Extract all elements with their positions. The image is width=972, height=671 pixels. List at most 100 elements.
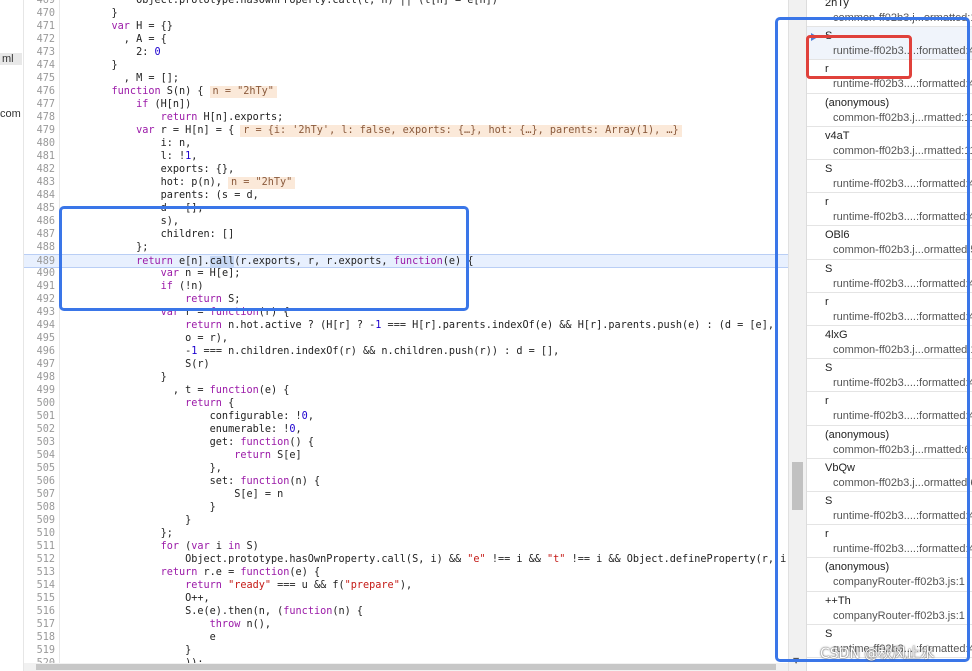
code-line[interactable]: 476 function S(n) {n = "2hTy" <box>24 85 788 98</box>
code-line[interactable]: 503 get: function() { <box>24 436 788 449</box>
line-number[interactable]: 479 <box>24 124 55 137</box>
code-line[interactable]: 480 i: n, <box>24 137 788 150</box>
line-number[interactable]: 493 <box>24 306 55 319</box>
line-number[interactable]: 509 <box>24 514 55 527</box>
code-line[interactable]: 472 , A = { <box>24 33 788 46</box>
code-line[interactable]: 508 } <box>24 501 788 514</box>
code-line[interactable]: 505 }, <box>24 462 788 475</box>
line-number[interactable]: 518 <box>24 631 55 644</box>
code-line[interactable]: 475 , M = []; <box>24 72 788 85</box>
sidebar-fragment[interactable]: ml <box>0 53 22 65</box>
line-number[interactable]: 480 <box>24 137 55 150</box>
code-line[interactable]: 515 O++, <box>24 592 788 605</box>
line-number[interactable]: 504 <box>24 449 55 462</box>
code-line[interactable]: 482 exports: {}, <box>24 163 788 176</box>
line-number[interactable]: 501 <box>24 410 55 423</box>
line-number[interactable]: 490 <box>24 267 55 280</box>
line-number[interactable]: 514 <box>24 579 55 592</box>
horizontal-scrollbar-thumb[interactable] <box>36 664 776 670</box>
code-line[interactable]: 471 var H = {} <box>24 20 788 33</box>
line-number[interactable]: 482 <box>24 163 55 176</box>
line-number[interactable]: 499 <box>24 384 55 397</box>
code-line[interactable]: 517 throw n(), <box>24 618 788 631</box>
line-number[interactable]: 519 <box>24 644 55 657</box>
line-number[interactable]: 496 <box>24 345 55 358</box>
code-line[interactable]: 504 return S[e] <box>24 449 788 462</box>
code-text: } <box>87 7 118 20</box>
line-number[interactable]: 502 <box>24 423 55 436</box>
code-line[interactable]: 519 } <box>24 644 788 657</box>
line-number[interactable]: 477 <box>24 98 55 111</box>
line-number[interactable]: 516 <box>24 605 55 618</box>
code-line[interactable]: 514 return "ready" === u && f("prepare")… <box>24 579 788 592</box>
line-number[interactable]: 473 <box>24 46 55 59</box>
code-line[interactable]: 510 }; <box>24 527 788 540</box>
code-line[interactable]: 497 S(r) <box>24 358 788 371</box>
code-line[interactable]: 479 var r = H[n] = {r = {i: '2hTy', l: f… <box>24 124 788 137</box>
line-number[interactable]: 487 <box>24 228 55 241</box>
line-number[interactable]: 478 <box>24 111 55 124</box>
code-line[interactable]: 500 return { <box>24 397 788 410</box>
code-line[interactable]: 516 S.e(e).then(n, (function(n) { <box>24 605 788 618</box>
code-line[interactable]: 501 configurable: !0, <box>24 410 788 423</box>
code-line[interactable]: 474 } <box>24 59 788 72</box>
code-line[interactable]: 512 Object.prototype.hasOwnProperty.call… <box>24 553 788 566</box>
line-number[interactable]: 497 <box>24 358 55 371</box>
code-line[interactable]: 502 enumerable: !0, <box>24 423 788 436</box>
code-line[interactable]: 494 return n.hot.active ? (H[r] ? -1 ===… <box>24 319 788 332</box>
line-number[interactable]: 481 <box>24 150 55 163</box>
code-line[interactable]: 477 if (H[n]) <box>24 98 788 111</box>
code-line[interactable]: 499 , t = function(e) { <box>24 384 788 397</box>
code-line[interactable]: 469 Object.prototype.hasOwnProperty.call… <box>24 0 788 7</box>
code-line[interactable]: 484 parents: (s = d, <box>24 189 788 202</box>
call-stack-annotation-box <box>775 17 970 662</box>
line-number[interactable]: 513 <box>24 566 55 579</box>
line-number[interactable]: 517 <box>24 618 55 631</box>
horizontal-scrollbar[interactable] <box>24 663 788 671</box>
line-number[interactable]: 503 <box>24 436 55 449</box>
line-number[interactable]: 510 <box>24 527 55 540</box>
line-number[interactable]: 508 <box>24 501 55 514</box>
code-line[interactable]: 507 S[e] = n <box>24 488 788 501</box>
sidebar-fragment[interactable]: com <box>0 108 21 120</box>
line-number[interactable]: 488 <box>24 241 55 254</box>
line-number[interactable]: 505 <box>24 462 55 475</box>
line-number[interactable]: 515 <box>24 592 55 605</box>
code-line[interactable]: 509 } <box>24 514 788 527</box>
code-line[interactable]: 478 return H[n].exports; <box>24 111 788 124</box>
line-number[interactable]: 471 <box>24 20 55 33</box>
line-number[interactable]: 512 <box>24 553 55 566</box>
line-number[interactable]: 475 <box>24 72 55 85</box>
code-line[interactable]: 481 l: !1, <box>24 150 788 163</box>
line-number[interactable]: 483 <box>24 176 55 189</box>
code-line[interactable]: 506 set: function(n) { <box>24 475 788 488</box>
source-code-editor[interactable]: 469 Object.prototype.hasOwnProperty.call… <box>24 0 788 663</box>
code-line[interactable]: 518 e <box>24 631 788 644</box>
line-number[interactable]: 486 <box>24 215 55 228</box>
line-number[interactable]: 476 <box>24 85 55 98</box>
code-line[interactable]: 473 2: 0 <box>24 46 788 59</box>
code-line[interactable]: 483 hot: p(n), n = "2hTy" <box>24 176 788 189</box>
line-number[interactable]: 485 <box>24 202 55 215</box>
line-number[interactable]: 492 <box>24 293 55 306</box>
line-number[interactable]: 474 <box>24 59 55 72</box>
code-token: !== i && Object.defineProperty(r, i, t(i… <box>571 554 788 565</box>
line-number[interactable]: 472 <box>24 33 55 46</box>
line-number[interactable]: 498 <box>24 371 55 384</box>
line-number[interactable]: 470 <box>24 7 55 20</box>
line-number[interactable]: 500 <box>24 397 55 410</box>
line-number[interactable]: 469 <box>24 0 55 7</box>
line-number[interactable]: 506 <box>24 475 55 488</box>
line-number[interactable]: 495 <box>24 332 55 345</box>
code-line[interactable]: 495 o = r), <box>24 332 788 345</box>
code-line[interactable]: 513 return r.e = function(e) { <box>24 566 788 579</box>
code-line[interactable]: 470 } <box>24 7 788 20</box>
code-line[interactable]: 496 -1 === n.children.indexOf(r) && n.ch… <box>24 345 788 358</box>
line-number[interactable]: 491 <box>24 280 55 293</box>
line-number[interactable]: 511 <box>24 540 55 553</box>
line-number[interactable]: 484 <box>24 189 55 202</box>
line-number[interactable]: 494 <box>24 319 55 332</box>
code-line[interactable]: 498 } <box>24 371 788 384</box>
code-line[interactable]: 511 for (var i in S) <box>24 540 788 553</box>
line-number[interactable]: 507 <box>24 488 55 501</box>
